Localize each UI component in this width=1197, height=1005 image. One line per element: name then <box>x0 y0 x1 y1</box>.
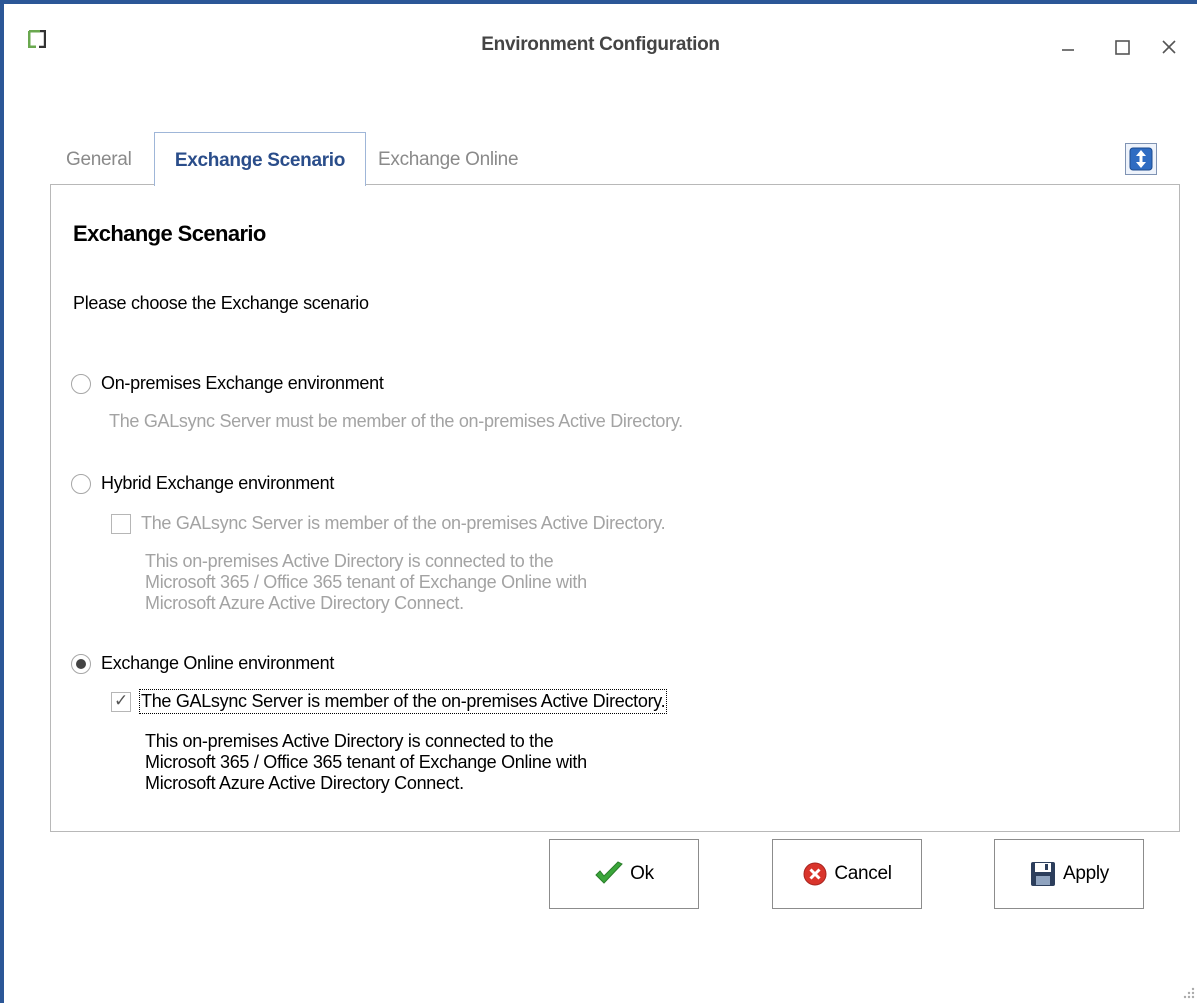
checkmark-icon <box>595 861 623 884</box>
radio-button[interactable] <box>71 374 91 394</box>
option-description: The GALsync Server must be member of the… <box>109 411 683 431</box>
section-heading: Exchange Scenario <box>73 221 266 246</box>
radio-button[interactable] <box>71 654 91 674</box>
checkbox[interactable] <box>111 514 131 534</box>
radio-hybrid[interactable]: Hybrid Exchange environment <box>69 471 429 499</box>
cancel-icon <box>803 862 827 886</box>
description-line: Microsoft Azure Active Directory Connect… <box>145 593 464 613</box>
description-line: Microsoft 365 / Office 365 tenant of Exc… <box>145 572 587 592</box>
scenario-prompt: Please choose the Exchange scenario <box>73 293 369 313</box>
save-icon <box>1030 862 1055 886</box>
expand-collapse-button[interactable] <box>1125 143 1157 175</box>
tab-general[interactable]: General <box>66 132 132 184</box>
description-line: Microsoft 365 / Office 365 tenant of Exc… <box>145 752 587 772</box>
option-description: This on-premises Active Directory is con… <box>145 731 587 794</box>
close-button[interactable] <box>1150 32 1190 62</box>
tab-strip: General Exchange Scenario Exchange Onlin… <box>50 132 1180 186</box>
radio-exchange-online[interactable]: Exchange Online environment <box>69 651 429 679</box>
description-line: This on-premises Active Directory is con… <box>145 551 554 571</box>
tab-exchange-scenario[interactable]: Exchange Scenario <box>154 132 366 186</box>
checkbox-label: The GALsync Server is member of the on-p… <box>141 513 666 533</box>
description-line: Microsoft Azure Active Directory Connect… <box>145 773 464 793</box>
checkbox[interactable] <box>111 691 131 712</box>
title-bar[interactable]: Environment Configuration <box>4 4 1197 84</box>
dialog-window: Environment Configuration General Exchan… <box>0 0 1197 1003</box>
resize-grip-icon[interactable] <box>1182 986 1196 1000</box>
apply-button[interactable]: Apply <box>994 839 1144 909</box>
apply-label: Apply <box>1062 863 1110 884</box>
description-line: This on-premises Active Directory is con… <box>145 731 554 751</box>
expand-collapse-icon <box>1129 147 1153 171</box>
radio-label: Hybrid Exchange environment <box>101 473 335 493</box>
cancel-button[interactable]: Cancel <box>772 839 922 909</box>
ok-label: Ok <box>630 863 654 884</box>
radio-button[interactable] <box>71 474 91 494</box>
checkbox-label: The GALsync Server is member of the on-p… <box>138 689 668 714</box>
radio-on-premises[interactable]: On-premises Exchange environment <box>69 371 489 399</box>
window-title: Environment Configuration <box>481 34 720 55</box>
radio-label: On-premises Exchange environment <box>101 373 384 393</box>
ok-button[interactable]: Ok <box>549 839 699 909</box>
tab-exchange-online[interactable]: Exchange Online <box>378 132 519 184</box>
option-description: This on-premises Active Directory is con… <box>145 551 587 614</box>
checkbox-hybrid-member[interactable]: The GALsync Server is member of the on-p… <box>109 511 829 539</box>
checkbox-exchange-online-member[interactable]: The GALsync Server is member of the on-p… <box>109 689 829 717</box>
tab-panel-exchange-scenario: Exchange Scenario Please choose the Exch… <box>50 184 1180 832</box>
radio-label: Exchange Online environment <box>101 653 335 673</box>
minimize-button[interactable] <box>1048 32 1088 62</box>
maximize-button[interactable] <box>1102 32 1142 62</box>
cancel-label: Cancel <box>834 863 892 884</box>
